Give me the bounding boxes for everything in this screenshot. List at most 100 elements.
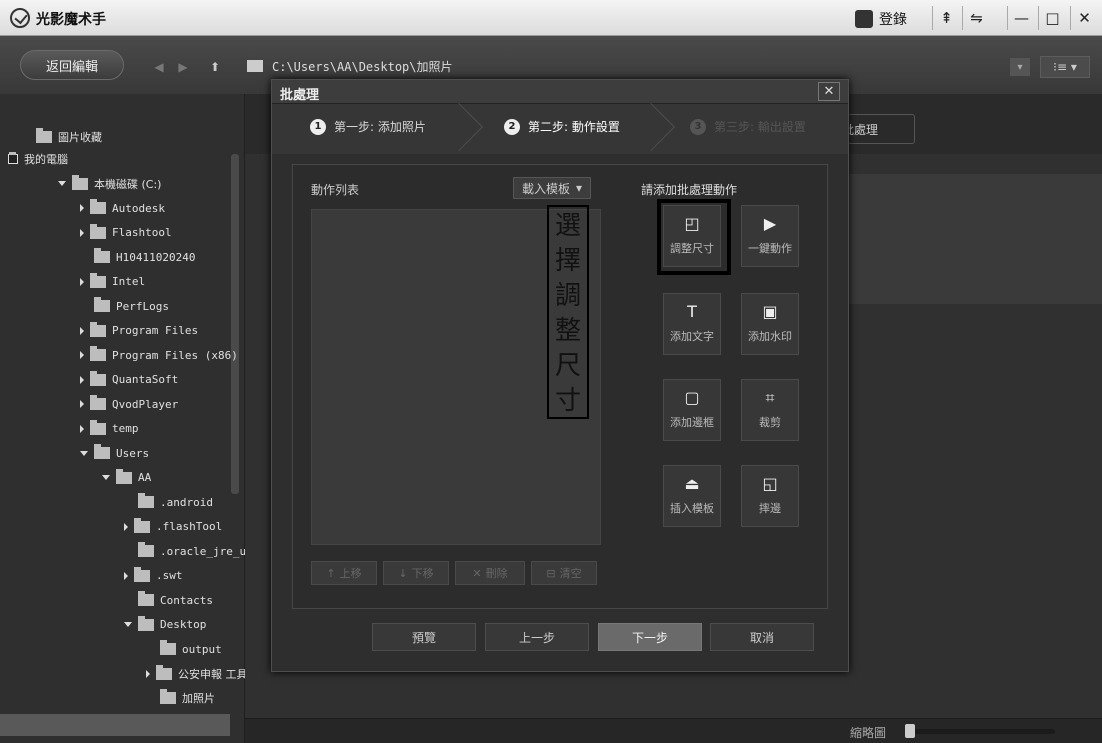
step-label: 第一步: 添加照片 xyxy=(334,120,426,134)
dialog-close-button[interactable]: ✕ xyxy=(818,82,840,101)
thumbnail-slider[interactable] xyxy=(905,729,1055,734)
sidebar-item-label: H10411020240 xyxy=(116,250,196,264)
cancel-button[interactable]: 取消 xyxy=(710,623,814,651)
expand-down-icon[interactable] xyxy=(80,450,88,456)
tear-edge-action-button[interactable]: ◱ 摔邊 xyxy=(741,465,799,527)
batch-dialog: 批處理 ✕ 1 第一步: 添加照片 2 第二步: 動作設置 3 第三步: 輸出設… xyxy=(271,79,849,672)
menu-button[interactable]: ⇋ xyxy=(962,6,990,30)
expand-right-icon[interactable] xyxy=(146,669,150,678)
template-icon: ⏏ xyxy=(684,474,700,493)
action-label: 摔邊 xyxy=(759,502,781,515)
sidebar-item[interactable]: Desktop xyxy=(124,614,206,636)
annotation-highlight-box xyxy=(657,199,731,275)
step-2: 2 第二步: 動作設置 xyxy=(504,118,620,135)
add-text-action-button[interactable]: T 添加文字 xyxy=(663,293,721,355)
sidebar-item[interactable]: 公安申報 工具 xyxy=(146,663,248,685)
photo-collection-icon xyxy=(36,128,52,143)
sidebar-item[interactable]: temp xyxy=(80,418,139,440)
previous-step-button[interactable]: 上一步 xyxy=(485,623,589,651)
preview-button[interactable]: 預覽 xyxy=(372,623,476,651)
skin-button[interactable]: ⇞ xyxy=(932,6,960,30)
view-mode-button[interactable]: ⁝≡ ▾ xyxy=(1040,56,1090,78)
crop-icon: ⌗ xyxy=(765,388,775,407)
crop-action-button[interactable]: ⌗ 裁剪 xyxy=(741,379,799,441)
expand-right-icon[interactable] xyxy=(80,204,84,212)
sidebar-item-label: QuantaSoft xyxy=(112,373,179,386)
next-step-button[interactable]: 下一步 xyxy=(598,623,702,651)
sidebar-item[interactable]: 加照片 xyxy=(146,687,215,709)
clear-label: 清空 xyxy=(559,567,582,580)
sidebar-item-label: .swt xyxy=(156,569,183,582)
expand-down-icon[interactable] xyxy=(58,181,66,186)
expand-right-icon[interactable] xyxy=(80,326,84,335)
expand-right-icon[interactable] xyxy=(80,351,84,359)
sidebar-scrollbar[interactable] xyxy=(231,154,239,494)
arrow-down-icon: ↓ xyxy=(398,566,408,580)
sidebar-item[interactable]: PerfLogs xyxy=(80,295,169,317)
sidebar-item[interactable]: output xyxy=(146,638,222,660)
close-window-button[interactable]: ✕ xyxy=(1070,6,1098,30)
expand-right-icon[interactable] xyxy=(80,424,84,433)
path-dropdown-icon[interactable]: ▾ xyxy=(1010,58,1030,76)
sidebar-item[interactable]: 本機磁碟 (C:) xyxy=(58,173,161,195)
sidebar-item[interactable]: .android xyxy=(124,491,213,513)
back-to-edit-button[interactable]: 返回編輯 xyxy=(20,50,124,80)
delete-button[interactable]: ✕ 刪除 xyxy=(455,561,525,585)
sidebar-item-label: QvodPlayer xyxy=(112,397,179,411)
sidebar-item-label: Autodesk xyxy=(112,201,165,215)
expand-right-icon[interactable] xyxy=(80,277,84,286)
app-logo-icon xyxy=(10,8,30,28)
add-watermark-action-button[interactable]: ▣ 添加水印 xyxy=(741,293,799,355)
sidebar-item-label: 加照片 xyxy=(182,692,215,705)
sidebar-item[interactable]: Contacts xyxy=(124,589,213,611)
clear-button[interactable]: ⊟ 清空 xyxy=(531,561,597,585)
load-template-dropdown[interactable]: 載入模板 ▾ xyxy=(513,177,591,199)
action-list[interactable] xyxy=(311,209,601,545)
expand-down-icon[interactable] xyxy=(102,475,110,480)
maximize-button[interactable]: □ xyxy=(1038,6,1066,30)
sidebar-item[interactable]: 我的電腦 xyxy=(8,148,68,170)
sidebar-item-label: Intel xyxy=(112,275,146,288)
expand-right-icon[interactable] xyxy=(80,400,84,408)
sidebar-item-label: 公安申報 工具 xyxy=(178,667,248,681)
step-number: 3 xyxy=(690,118,706,135)
sidebar-item[interactable]: Users xyxy=(80,442,149,464)
sidebar-item[interactable]: QvodPlayer xyxy=(80,393,178,415)
minimize-button[interactable]: — xyxy=(1007,6,1035,30)
sidebar-item[interactable]: Flashtool xyxy=(80,222,172,244)
sidebar-item[interactable]: .swt xyxy=(124,565,183,587)
step-3: 3 第三步: 輸出設置 xyxy=(690,118,806,135)
load-template-label: 載入模板 xyxy=(521,181,570,196)
folder-icon xyxy=(138,493,154,508)
sidebar-item-label: Desktop xyxy=(160,618,207,631)
sidebar-item[interactable]: AA xyxy=(102,467,151,489)
expand-down-icon[interactable] xyxy=(124,622,132,627)
app-title: 光影魔术手 xyxy=(36,12,106,28)
expand-right-icon[interactable] xyxy=(124,522,128,531)
move-up-button[interactable]: ↑ 上移 xyxy=(311,561,377,585)
login-button[interactable]: 登錄 xyxy=(855,8,907,30)
sidebar-item[interactable]: 圖片收藏 xyxy=(36,126,102,148)
path-field[interactable]: C:\Users\AA\Desktop\加照片 xyxy=(272,57,1032,77)
folder-icon xyxy=(90,395,106,410)
add-border-action-button[interactable]: ▢ 添加邊框 xyxy=(663,379,721,441)
sidebar-item-label: AA xyxy=(138,471,152,484)
sidebar-item[interactable]: Program Files (x86) xyxy=(80,344,238,366)
nav-back-icon[interactable]: ◀ xyxy=(148,58,170,76)
expand-right-icon[interactable] xyxy=(124,571,128,580)
expand-right-icon[interactable] xyxy=(80,375,84,384)
slider-knob[interactable] xyxy=(905,724,915,738)
one-click-action-button[interactable]: ▶ 一鍵動作 xyxy=(741,205,799,267)
nav-forward-icon[interactable]: ▶ xyxy=(172,58,194,76)
expand-right-icon[interactable] xyxy=(80,228,84,237)
insert-template-action-button[interactable]: ⏏ 插入模板 xyxy=(663,465,721,527)
sidebar-item[interactable]: Program Files xyxy=(80,320,198,342)
sidebar-item[interactable]: Autodesk xyxy=(80,197,165,219)
sidebar-item[interactable]: H10411020240 xyxy=(80,246,195,268)
sidebar-item[interactable]: Intel xyxy=(80,271,145,293)
collapse-box-icon xyxy=(8,152,18,164)
sidebar-item[interactable]: QuantaSoft xyxy=(80,369,178,391)
move-down-button[interactable]: ↓ 下移 xyxy=(383,561,449,585)
sidebar-item[interactable]: .flashTool xyxy=(124,516,222,538)
nav-up-icon[interactable]: ⬆ xyxy=(204,58,226,76)
